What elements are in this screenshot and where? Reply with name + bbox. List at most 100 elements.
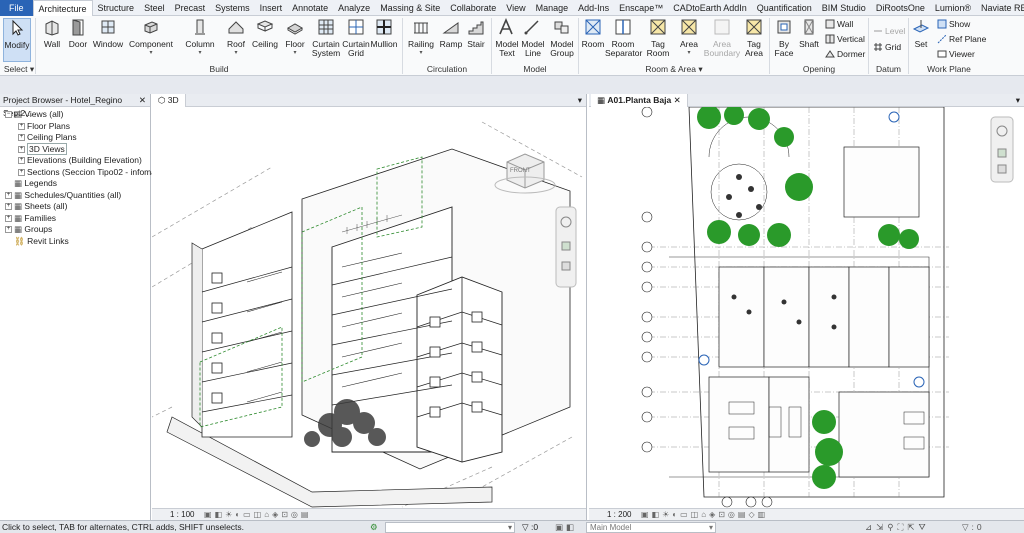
- room-separator-button[interactable]: Room Separator: [605, 18, 642, 58]
- tab-quantification[interactable]: Quantification: [752, 0, 817, 16]
- tab-analyze[interactable]: Analyze: [333, 0, 375, 16]
- stair-button[interactable]: Stair: [465, 18, 487, 49]
- component-button[interactable]: Component ▾: [128, 18, 174, 58]
- filter-icons[interactable]: ▽:0: [962, 521, 985, 533]
- tab-systems[interactable]: Systems: [210, 0, 255, 16]
- expand-icon[interactable]: +: [18, 122, 25, 130]
- tab-naviate-rex[interactable]: Naviate REX: [976, 0, 1024, 16]
- view-scale[interactable]: 1 : 100: [170, 509, 194, 520]
- tree-item-sections[interactable]: + Sections (Seccion Tipo02 - infomas: [18, 167, 160, 178]
- tree-item-groups[interactable]: + ▦ Groups: [5, 224, 52, 235]
- dormer-button[interactable]: Dormer: [825, 49, 865, 59]
- tab-view[interactable]: View: [501, 0, 530, 16]
- expand-icon[interactable]: +: [5, 214, 12, 222]
- tree-item-revit-links[interactable]: ⛓ Revit Links: [5, 236, 69, 247]
- tree-item-schedules[interactable]: + ▦ Schedules/Quantities (all): [5, 190, 121, 201]
- group-select-dropdown[interactable]: Select ▾: [3, 64, 35, 75]
- model-text-button[interactable]: Model Text: [494, 17, 519, 58]
- grid-button[interactable]: Grid: [873, 42, 901, 52]
- viewer-button[interactable]: Viewer: [937, 49, 975, 59]
- close-icon[interactable]: ✕: [674, 95, 681, 105]
- model-line-button[interactable]: Model Line: [520, 18, 545, 58]
- tab-architecture[interactable]: Architecture: [32, 0, 93, 16]
- railing-button[interactable]: Railing ▾: [407, 18, 435, 58]
- tree-item-views-all[interactable]: − ▤ Views (all): [5, 109, 63, 120]
- tab-annotate[interactable]: Annotate: [287, 0, 333, 16]
- status-tools-icons[interactable]: ▣◧: [555, 521, 577, 533]
- shaft-button[interactable]: Shaft: [797, 18, 821, 49]
- mullion-button[interactable]: Mullion: [370, 18, 398, 49]
- tab-file[interactable]: File: [0, 0, 33, 16]
- area-boundary-button[interactable]: Area Boundary: [703, 18, 741, 58]
- tree-item-elevations[interactable]: + Elevations (Building Elevation): [18, 155, 142, 166]
- curtain-system-button[interactable]: Curtain System: [311, 18, 341, 58]
- roof-button[interactable]: Roof ▾: [224, 18, 248, 58]
- expand-icon[interactable]: +: [5, 191, 12, 199]
- show-work-plane-button[interactable]: Show: [937, 19, 970, 29]
- tree-item-ceiling-plans[interactable]: + Ceiling Plans: [18, 132, 77, 143]
- selection-settings-icons[interactable]: ⊿⇲⚲⛶⇱⛛: [865, 521, 930, 533]
- tab-planta-baja[interactable]: ▦ A01.Planta Baja ✕: [591, 94, 688, 107]
- ref-plane-button[interactable]: Ref Plane: [937, 34, 986, 44]
- vertical-opening-button[interactable]: Vertical: [825, 34, 865, 44]
- area-button[interactable]: Area ▾: [676, 18, 702, 58]
- view-floor-plan[interactable]: ▦ A01.Planta Baja ✕ ▾ 1: 200 ▣◧☀◐▭◫⌂◈⊡◎…: [589, 94, 1024, 520]
- plan-scale[interactable]: 1 : 200: [607, 509, 631, 520]
- view-3d[interactable]: ⬡ 3D ▾ FRONT 1: 100 ▣◧☀◐▭◫⌂◈⊡◎▤: [152, 94, 587, 520]
- model-group-button[interactable]: Model Group: [547, 18, 577, 58]
- tab-bim-studio[interactable]: BIM Studio: [817, 0, 871, 16]
- tree-item-floor-plans[interactable]: + Floor Plans: [18, 121, 70, 132]
- ramp-button[interactable]: Ramp: [439, 18, 463, 49]
- tag-area-button[interactable]: Tag Area: [741, 18, 767, 58]
- opening-wall-button[interactable]: Wall: [825, 19, 853, 29]
- tab-collaborate[interactable]: Collaborate: [445, 0, 501, 16]
- expand-icon[interactable]: +: [18, 134, 25, 142]
- tab-steel[interactable]: Steel: [139, 0, 170, 16]
- set-work-plane-button[interactable]: Set: [911, 18, 931, 49]
- room-button[interactable]: Room: [580, 18, 606, 49]
- tab-menu-icon[interactable]: ▾: [578, 94, 582, 107]
- tab-enscape[interactable]: Enscape™: [614, 0, 668, 16]
- tab-manage[interactable]: Manage: [531, 0, 574, 16]
- tab-structure[interactable]: Structure: [93, 0, 140, 16]
- close-icon[interactable]: ✕: [139, 94, 146, 107]
- ceiling-button[interactable]: Ceiling: [251, 18, 279, 49]
- tab-lumion[interactable]: Lumion®: [930, 0, 976, 16]
- collapse-icon[interactable]: −: [5, 111, 12, 119]
- tree-item-legends[interactable]: ▦ Legends: [5, 178, 57, 189]
- curtain-grid-button[interactable]: Curtain Grid: [342, 18, 370, 58]
- tab-menu-icon[interactable]: ▾: [1016, 94, 1020, 107]
- floor-button[interactable]: Floor ▾: [282, 18, 308, 58]
- tag-room-button[interactable]: Tag Room: [644, 18, 672, 58]
- plan-controls-icons[interactable]: ▣◧☀◐▭◫⌂◈⊡◎▤◇▥: [641, 509, 768, 520]
- door-button[interactable]: Door: [66, 18, 90, 49]
- selection-filter-icon[interactable]: ▽: [522, 521, 529, 533]
- wall-button[interactable]: Wall: [40, 18, 64, 49]
- level-button[interactable]: Level: [873, 26, 905, 36]
- by-face-button[interactable]: By Face: [771, 18, 797, 58]
- navigation-bar[interactable]: [555, 206, 577, 288]
- plan-navigation-bar[interactable]: [990, 116, 1014, 183]
- tree-item-families[interactable]: + ▦ Families: [5, 213, 56, 224]
- tab-add-ins[interactable]: Add-Ins: [573, 0, 614, 16]
- window-button[interactable]: Window: [92, 18, 124, 49]
- tab-cadtoearth-addin[interactable]: CADtoEarth AddIn: [668, 0, 752, 16]
- expand-icon[interactable]: +: [18, 168, 25, 176]
- expand-icon[interactable]: +: [18, 145, 25, 153]
- tab-insert[interactable]: Insert: [255, 0, 288, 16]
- tree-item-3d-views[interactable]: +3D Views: [18, 142, 67, 155]
- expand-icon[interactable]: +: [5, 203, 12, 211]
- view-controls-icons[interactable]: ▣◧☀◐▭◫⌂◈⊡◎▤: [204, 509, 311, 520]
- modify-button[interactable]: Modify: [3, 18, 31, 62]
- tab-massing-site[interactable]: Massing & Site: [375, 0, 445, 16]
- worksets-icon[interactable]: ⚙: [370, 521, 378, 533]
- tab-3d[interactable]: ⬡ 3D: [152, 94, 186, 107]
- expand-icon[interactable]: +: [18, 157, 25, 165]
- expand-icon[interactable]: +: [5, 226, 12, 234]
- tab-dirootsone[interactable]: DiRootsOne: [871, 0, 930, 16]
- tree-item-sheets[interactable]: + ▦ Sheets (all): [5, 201, 67, 212]
- workset-dropdown[interactable]: ▾: [385, 522, 515, 533]
- tab-precast[interactable]: Precast: [170, 0, 211, 16]
- column-button[interactable]: Column ▾: [184, 18, 216, 58]
- design-option-dropdown[interactable]: Main Model ▾: [586, 522, 716, 533]
